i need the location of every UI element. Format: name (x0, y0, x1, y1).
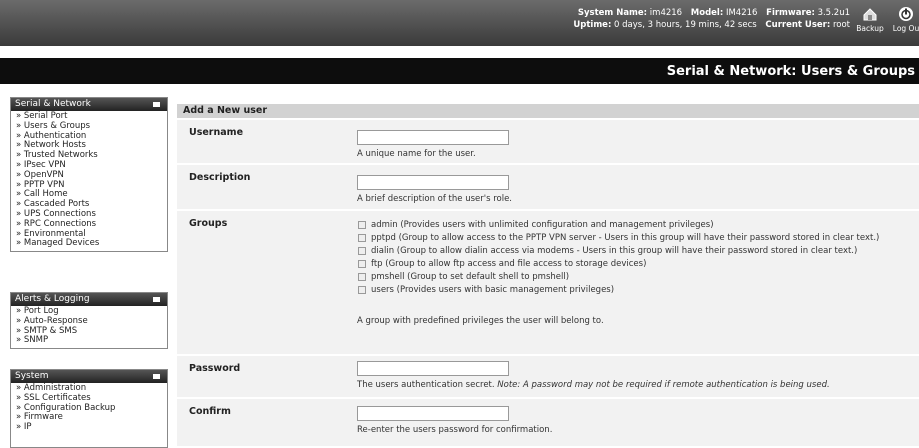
group-option-dialin[interactable]: dialin (Group to allow dialin access via… (357, 246, 917, 257)
backup-button[interactable]: Backup (855, 6, 885, 33)
group-option-label: pptpd (Group to allow access to the PPTP… (371, 233, 880, 243)
group-checkbox-admin[interactable] (358, 221, 366, 229)
group-checkbox-users[interactable] (358, 286, 366, 294)
password-help: The users authentication secret. (357, 380, 495, 390)
sidebar-section-header[interactable]: System (11, 370, 167, 383)
group-checkbox-ftp[interactable] (358, 260, 366, 268)
sidebar-section-title: System (15, 371, 49, 381)
groups-help: A group with predefined privileges the u… (357, 316, 604, 326)
top-bar: System Name: im4216 Model: IM4216 Firmwa… (0, 0, 919, 46)
username-row: Username A unique name for the user. (177, 119, 919, 163)
confirm-help: Re-enter the users password for confirma… (357, 425, 553, 435)
sidebar-section-header[interactable]: Serial & Network (11, 98, 167, 111)
model-label: Model: (690, 8, 724, 18)
sidebar-section-title: Serial & Network (15, 99, 91, 109)
logout-button[interactable]: Log Ou (886, 6, 919, 33)
sidebar-section-system: System Administration SSL Certificates C… (10, 369, 168, 448)
form-heading: Add a New user (177, 104, 919, 118)
group-checkbox-pptpd[interactable] (358, 234, 366, 242)
password-help-container: The users authentication secret. Note: A… (357, 380, 830, 390)
firmware-value: 3.5.2u1 (817, 8, 850, 18)
system-name-value: im4216 (649, 8, 683, 18)
sidebar-item-ip[interactable]: IP (16, 422, 167, 433)
sidebar-item-firmware[interactable]: Firmware (16, 413, 167, 423)
title-bar: Serial & Network: Users & Groups (0, 58, 919, 84)
collapse-icon[interactable] (153, 102, 160, 107)
collapse-icon[interactable] (153, 297, 160, 302)
model-value: IM4216 (725, 8, 758, 18)
group-option-admin[interactable]: admin (Provides users with unlimited con… (357, 220, 917, 231)
group-option-label: pmshell (Group to set default shell to p… (371, 272, 570, 282)
power-icon (899, 7, 913, 21)
group-option-label: admin (Provides users with unlimited con… (371, 220, 714, 230)
system-info: System Name: im4216 Model: IM4216 Firmwa… (540, 7, 850, 31)
backup-icon (863, 8, 877, 21)
groups-row: Groups admin (Provides users with unlimi… (177, 210, 919, 354)
password-label: Password (189, 363, 241, 374)
description-row: Description A brief description of the u… (177, 164, 919, 209)
group-option-ftp[interactable]: ftp (Group to allow ftp access and file … (357, 259, 917, 270)
sidebar-item-managed-devices[interactable]: Managed Devices (16, 239, 167, 249)
groups-options: admin (Provides users with unlimited con… (357, 220, 917, 296)
username-input[interactable] (357, 130, 509, 145)
collapse-icon[interactable] (153, 374, 160, 379)
username-label: Username (189, 127, 244, 138)
confirm-label: Confirm (189, 406, 231, 417)
group-option-pmshell[interactable]: pmshell (Group to set default shell to p… (357, 272, 917, 283)
sidebar-item-snmp[interactable]: SNMP (16, 336, 167, 346)
system-name-label: System Name: (577, 8, 648, 18)
groups-label: Groups (189, 218, 228, 229)
group-option-pptpd[interactable]: pptpd (Group to allow access to the PPTP… (357, 233, 917, 244)
logout-label: Log Ou (892, 24, 919, 33)
confirm-row: Confirm Re-enter the users password for … (177, 398, 919, 446)
page-title: Serial & Network: Users & Groups (666, 64, 915, 79)
group-option-label: dialin (Group to allow dialin access via… (371, 246, 858, 256)
password-note: Note: A password may not be required if … (497, 380, 830, 390)
group-option-label: users (Provides users with basic managem… (371, 285, 615, 295)
group-option-users[interactable]: users (Provides users with basic managem… (357, 285, 917, 296)
current-user-label: Current User: (765, 20, 831, 30)
confirm-input[interactable] (357, 406, 509, 421)
sidebar-section-header[interactable]: Alerts & Logging (11, 293, 167, 306)
password-input[interactable] (357, 361, 509, 376)
description-input[interactable] (357, 175, 509, 190)
sidebar-section-alerts-logging: Alerts & Logging Port Log Auto-Response … (10, 292, 168, 350)
current-user-value: root (832, 20, 850, 30)
uptime-label: Uptime: (573, 20, 612, 30)
sidebar-section-serial-network: Serial & Network Serial Port Users & Gro… (10, 97, 168, 253)
group-option-label: ftp (Group to allow ftp access and file … (371, 259, 647, 269)
group-checkbox-pmshell[interactable] (358, 273, 366, 281)
username-help: A unique name for the user. (357, 149, 476, 159)
group-checkbox-dialin[interactable] (358, 247, 366, 255)
backup-label: Backup (856, 24, 884, 33)
description-help: A brief description of the user's role. (357, 194, 513, 204)
uptime-value: 0 days, 3 hours, 19 mins, 42 secs (614, 20, 757, 30)
password-row: Password The users authentication secret… (177, 355, 919, 397)
sidebar-section-title: Alerts & Logging (15, 294, 90, 304)
description-label: Description (189, 172, 251, 183)
firmware-label: Firmware: (766, 8, 815, 18)
